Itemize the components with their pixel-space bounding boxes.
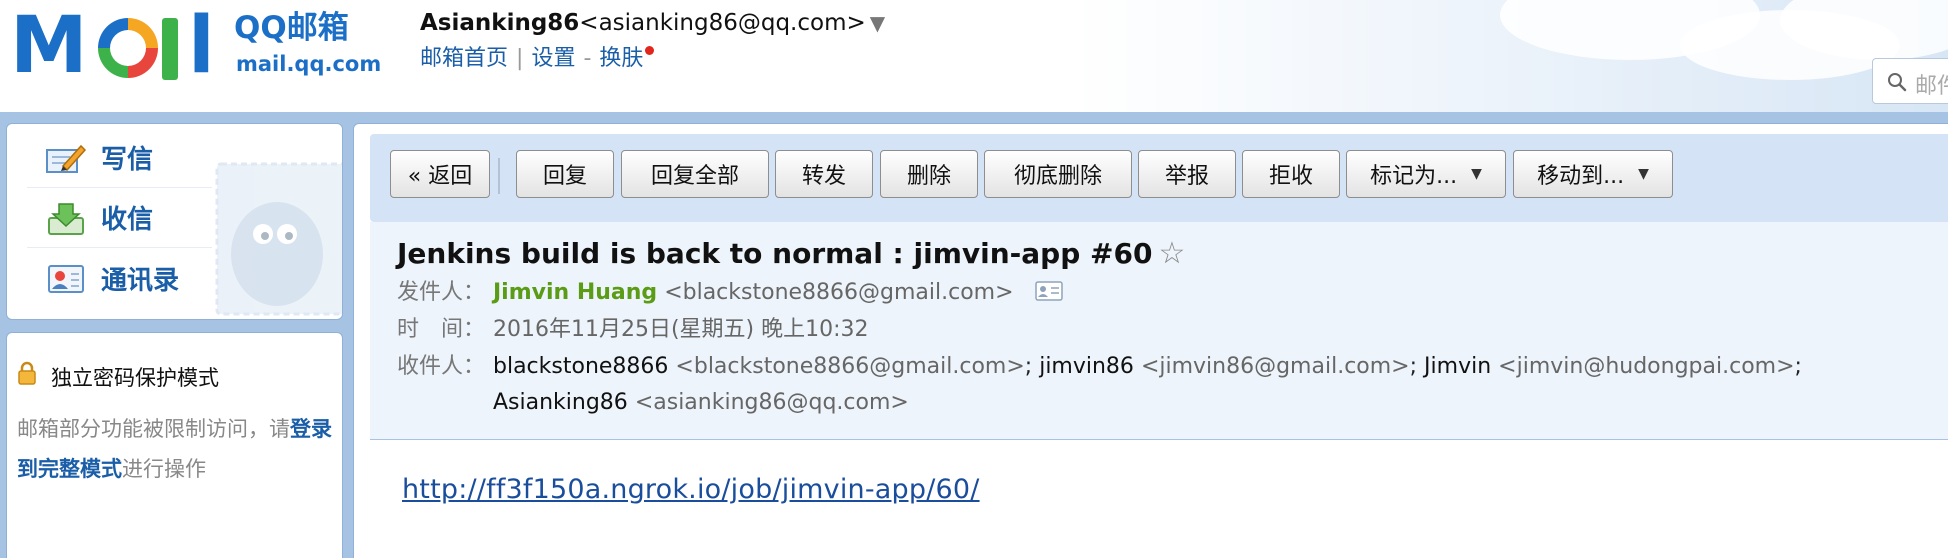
header-links: 邮箱首页 | 设置 - 换肤 bbox=[420, 44, 655, 74]
mail-subject: Jenkins build is back to normal : jimvin… bbox=[397, 234, 1185, 274]
sidebar-item-label: 收信 bbox=[101, 205, 154, 235]
recipient-address: <asianking86@qq.com> bbox=[634, 390, 909, 415]
chevron-down-icon: ▼ bbox=[1638, 166, 1649, 182]
account-menu[interactable]: Asianking86<asianking86@qq.com> ▼ bbox=[420, 8, 885, 38]
delete-permanently-button[interactable]: 彻底删除 bbox=[984, 150, 1132, 198]
move-to-label: 移动到... bbox=[1537, 164, 1625, 189]
recipients-row: 收件人： blackstone8866 <blackstone8866@gmail… bbox=[397, 352, 1802, 382]
secure-mode-message: 邮箱部分功能被限制访问，请登录到完整模式进行操作 bbox=[17, 409, 337, 489]
sidebar-item-label: 写信 bbox=[101, 145, 154, 175]
read-mail-panel: « 返回 回复 回复全部 转发 删除 彻底删除 举报 拒收 标记为... ▼ 移动… bbox=[353, 123, 1948, 558]
recipient-separator: ; bbox=[1024, 354, 1033, 379]
sidebar-item-inbox[interactable]: 收信 bbox=[27, 188, 212, 248]
sidebar-nav: 写信 收信 通讯录 bbox=[6, 123, 343, 320]
report-spam-button[interactable]: 举报 bbox=[1138, 150, 1236, 198]
sidebar-item-contacts[interactable]: 通讯录 bbox=[27, 248, 212, 308]
recipients-row-continued: Asianking86 <asianking86@qq.com> bbox=[493, 388, 909, 418]
sender-name[interactable]: Jimvin Huang bbox=[493, 280, 657, 305]
mail-subject-text: Jenkins build is back to normal : jimvin… bbox=[397, 237, 1153, 270]
reply-button[interactable]: 回复 bbox=[516, 150, 614, 198]
mailbox-home-link[interactable]: 邮箱首页 bbox=[420, 46, 508, 71]
sender-address: <blackstone8866@gmail.com> bbox=[664, 280, 1014, 305]
sidebar-item-label: 通讯录 bbox=[101, 265, 180, 296]
recipient-address: <blackstone8866@gmail.com> bbox=[675, 354, 1025, 379]
change-skin-link[interactable]: 换肤 bbox=[599, 46, 643, 71]
account-caret-icon[interactable]: ▼ bbox=[870, 11, 885, 35]
star-icon[interactable]: ☆ bbox=[1158, 236, 1185, 271]
move-to-dropdown[interactable]: 移动到... ▼ bbox=[1513, 150, 1673, 198]
recipient-address: <jimvin@hudongpai.com> bbox=[1498, 354, 1795, 379]
brand-name: QQ邮箱 bbox=[234, 10, 349, 46]
add-contact-icon[interactable] bbox=[1034, 281, 1063, 301]
toolbar-divider bbox=[498, 158, 500, 194]
sender-row: 发件人： Jimvin Huang <blackstone8866@gmail.c… bbox=[397, 278, 1063, 308]
time-row: 时 间： 2016年11月25日(星期五) 晚上10:32 bbox=[397, 315, 869, 345]
new-indicator-dot bbox=[645, 46, 655, 55]
penguin-stamp-icon bbox=[215, 162, 342, 316]
account-email: <asianking86@qq.com> bbox=[579, 10, 866, 36]
contacts-icon bbox=[48, 265, 84, 293]
account-name: Asianking86 bbox=[420, 10, 580, 36]
brand-url: mail.qq.com bbox=[236, 52, 382, 76]
logo-letter-m: M bbox=[10, 1, 88, 91]
recipient-name[interactable]: Asianking86 bbox=[493, 390, 628, 415]
sidebar-item-compose[interactable]: 写信 bbox=[27, 128, 212, 188]
reject-sender-button[interactable]: 拒收 bbox=[1242, 150, 1340, 198]
mark-as-label: 标记为... bbox=[1370, 164, 1458, 189]
link-dash: - bbox=[583, 46, 592, 71]
chevron-down-icon: ▼ bbox=[1471, 166, 1482, 182]
secure-mode-panel: 独立密码保护模式 邮箱部分功能被限制访问，请登录到完整模式进行操作 bbox=[6, 332, 343, 558]
recipient-name[interactable]: jimvin86 bbox=[1039, 354, 1134, 379]
mail-header-info: Jenkins build is back to normal : jimvin… bbox=[370, 222, 1948, 440]
recipient-separator: ; bbox=[1794, 354, 1802, 379]
forward-button[interactable]: 转发 bbox=[775, 150, 873, 198]
delete-button[interactable]: 删除 bbox=[880, 150, 978, 198]
recipients-label: 收件人： bbox=[397, 354, 486, 379]
settings-link[interactable]: 设置 bbox=[531, 46, 575, 71]
secure-mode-title: 独立密码保护模式 bbox=[51, 366, 219, 390]
recipient-name[interactable]: blackstone8866 bbox=[493, 354, 668, 379]
logo-penguin-ring-icon bbox=[98, 18, 158, 78]
inbox-icon bbox=[48, 202, 84, 235]
top-header: M l QQ邮箱 mail.qq.com Asianking86<asianki… bbox=[0, 0, 1948, 115]
mail-search-input[interactable]: 邮件 bbox=[1872, 58, 1948, 104]
secure-mode-text-suffix: 进行操作 bbox=[122, 457, 206, 481]
recipient-name[interactable]: Jimvin bbox=[1424, 354, 1491, 379]
search-icon bbox=[1888, 73, 1907, 92]
recipient-address: <jimvin86@gmail.com> bbox=[1140, 354, 1410, 379]
mark-as-dropdown[interactable]: 标记为... ▼ bbox=[1346, 150, 1506, 198]
lock-icon bbox=[18, 361, 36, 385]
logo-letter-i bbox=[162, 18, 178, 80]
time-label: 时 间： bbox=[397, 317, 486, 342]
mail-toolbar: « 返回 回复 回复全部 转发 删除 彻底删除 举报 拒收 标记为... ▼ 移动… bbox=[370, 134, 1948, 222]
search-placeholder: 邮件 bbox=[1915, 74, 1948, 99]
logo-letter-l: l bbox=[188, 1, 215, 91]
sent-time: 2016年11月25日(星期五) 晚上10:32 bbox=[493, 317, 869, 342]
reply-all-button[interactable]: 回复全部 bbox=[621, 150, 769, 198]
recipient-separator: ; bbox=[1409, 354, 1418, 379]
back-button[interactable]: « 返回 bbox=[390, 150, 490, 198]
compose-icon bbox=[46, 144, 87, 173]
secure-mode-text: 邮箱部分功能被限制访问，请 bbox=[17, 417, 290, 441]
sender-label: 发件人： bbox=[397, 280, 486, 305]
mail-body-link[interactable]: http://ff3f150a.ngrok.io/job/jimvin-app/… bbox=[402, 474, 980, 505]
link-divider: | bbox=[516, 46, 524, 71]
